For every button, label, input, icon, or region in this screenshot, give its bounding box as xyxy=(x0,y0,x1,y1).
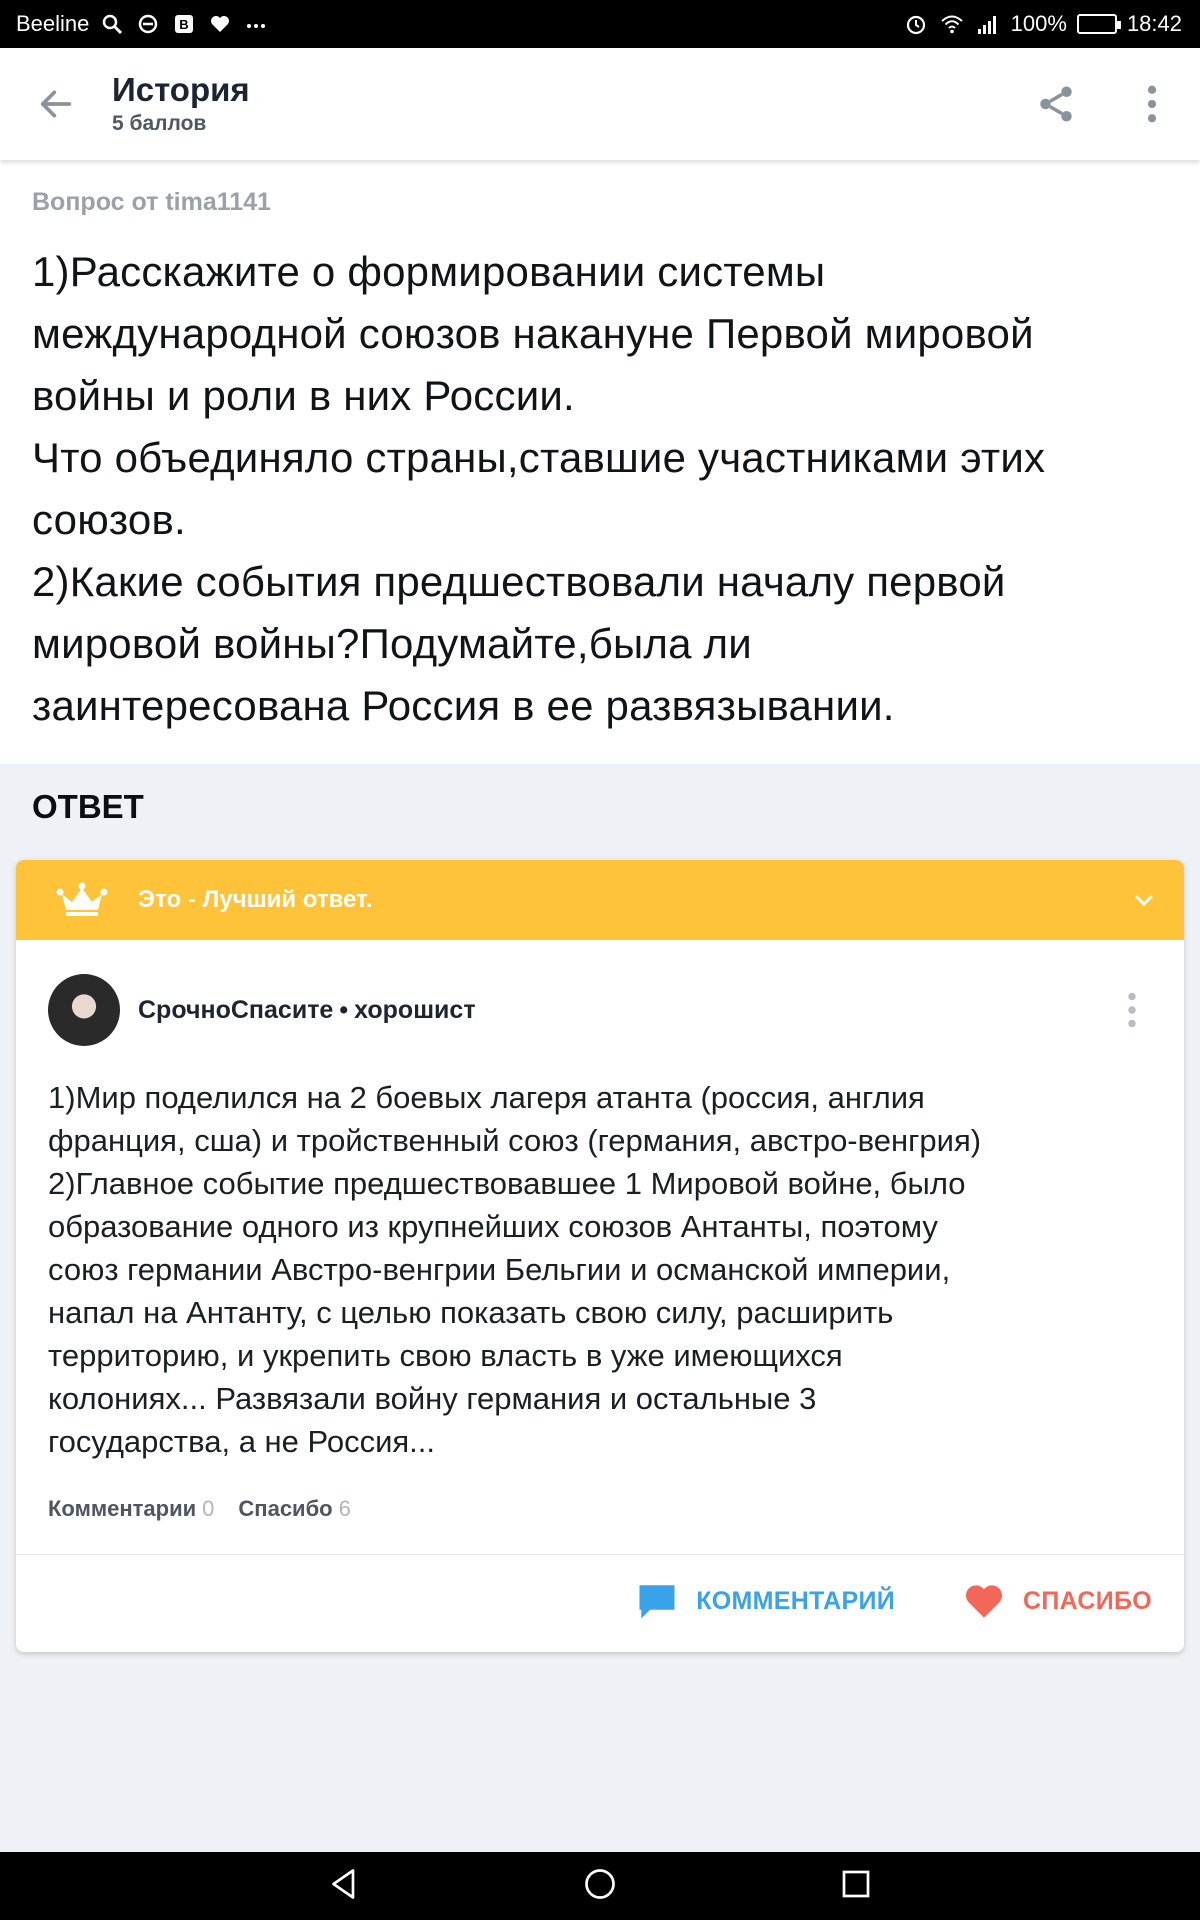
square-recents-icon xyxy=(842,1870,870,1897)
answer-stats: Комментарии 0 Спасибо 6 xyxy=(48,1496,351,1522)
thanks-count: 6 xyxy=(338,1496,351,1521)
top-app-bar: История 5 баллов xyxy=(0,48,1200,160)
answer-actions: КОММЕНТАРИЙ СПАСИБО xyxy=(636,1580,1152,1622)
battery-percent: 100% xyxy=(1010,11,1067,36)
clock: 18:42 xyxy=(1126,11,1182,36)
alarm-icon xyxy=(903,11,929,37)
vertical-dots-icon xyxy=(1147,85,1157,123)
share-button[interactable] xyxy=(1008,48,1104,160)
thanks-stat: Спасибо 6 xyxy=(238,1496,350,1522)
circle-home-icon xyxy=(585,1868,615,1899)
avatar[interactable] xyxy=(48,974,120,1046)
thanks-label: Спасибо xyxy=(238,1496,333,1521)
answer-card: Это - Лучший ответ. СрочноСпасите • хороши… xyxy=(16,860,1184,1652)
question-text: 1)Расскажите о формировании системы межд… xyxy=(32,248,1046,729)
system-nav-bar xyxy=(0,1852,1200,1920)
triangle-back-icon xyxy=(332,1868,355,1899)
wifi-icon xyxy=(939,11,965,37)
comments-stat[interactable]: Комментарии 0 xyxy=(48,1496,214,1522)
thanks-button-label: СПАСИБО xyxy=(1023,1586,1152,1615)
comment-button[interactable]: КОММЕНТАРИЙ xyxy=(636,1580,895,1622)
arrow-left-icon xyxy=(40,90,72,118)
svg-text:B: B xyxy=(180,17,189,32)
page-title: История xyxy=(112,71,250,108)
heart-icon xyxy=(207,11,233,37)
author-rank: хорошист xyxy=(354,995,476,1024)
points-label: 5 баллов xyxy=(112,112,207,135)
sync-icon xyxy=(135,11,161,37)
thanks-button[interactable]: СПАСИБО xyxy=(963,1580,1152,1622)
more-options-button[interactable] xyxy=(1104,48,1200,160)
nav-home-button[interactable] xyxy=(582,1866,618,1907)
nav-back-button[interactable] xyxy=(326,1866,362,1907)
search-icon xyxy=(99,11,125,37)
author-separator: • xyxy=(339,995,349,1024)
signal-icon xyxy=(975,11,1001,37)
comment-icon xyxy=(639,1585,675,1619)
answer-text: 1)Мир поделился на 2 боевых лагеря атант… xyxy=(48,1080,982,1459)
comment-button-label: КОММЕНТАРИЙ xyxy=(696,1586,895,1615)
best-answer-label: Это - Лучший ответ. xyxy=(138,886,373,913)
chevron-down-icon xyxy=(1135,895,1153,906)
battery-icon xyxy=(1076,14,1121,34)
best-answer-banner[interactable]: Это - Лучший ответ. xyxy=(16,860,1184,940)
heart-icon xyxy=(965,1585,1003,1618)
crown-icon xyxy=(56,882,108,916)
back-button[interactable] xyxy=(0,48,112,160)
share-icon xyxy=(1040,86,1072,122)
question-section: Вопрос от tima1141 1)Расскажите о формир… xyxy=(0,160,1200,764)
nav-recents-button[interactable] xyxy=(838,1866,874,1907)
vertical-dots-icon xyxy=(1128,992,1136,1028)
b-icon: B xyxy=(171,11,197,37)
divider xyxy=(16,1554,1184,1555)
more-icon xyxy=(243,11,269,37)
answer-more-button[interactable] xyxy=(1112,980,1152,1040)
answer-heading: ОТВЕТ xyxy=(32,788,144,825)
comments-count: 0 xyxy=(202,1496,215,1521)
answer-author-row: СрочноСпасите • хорошист xyxy=(16,940,1184,1052)
author-info: СрочноСпасите • хорошист xyxy=(138,996,476,1025)
carrier-label: Beeline xyxy=(16,11,90,36)
status-bar: Beeline B 100% 18:42 xyxy=(0,0,1200,48)
author-name[interactable]: СрочноСпасите xyxy=(138,996,333,1024)
comments-label: Комментарии xyxy=(48,1496,197,1521)
question-author: Вопрос от tima1141 xyxy=(32,188,271,216)
